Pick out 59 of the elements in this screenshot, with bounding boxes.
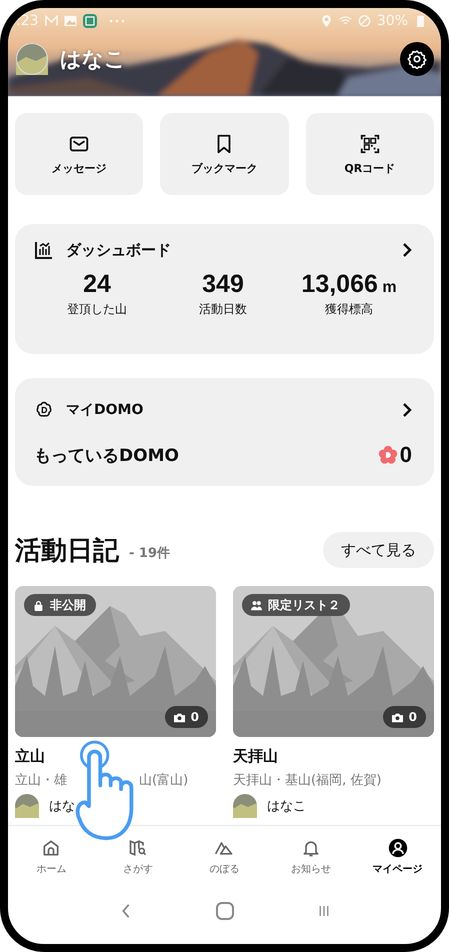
mountain-area: 天拝山・基山(福岡, 佐賀) xyxy=(233,771,382,789)
author-name: はな xyxy=(49,798,75,815)
mountain-area: 立山・雄 xyxy=(15,771,67,789)
avatar xyxy=(233,794,257,818)
owned-domo-label: もっているDOMO xyxy=(34,444,179,466)
recent-apps-icon[interactable] xyxy=(318,903,328,919)
camera-icon xyxy=(392,712,403,722)
battery-icon xyxy=(414,15,427,27)
entry-title: 天拝山 xyxy=(233,747,279,766)
home-icon xyxy=(41,838,62,858)
settings-icon xyxy=(407,49,427,69)
nav-tab[interactable]: マイページ xyxy=(354,826,441,888)
battery-level: 30% xyxy=(376,13,408,29)
stat-value: 349 xyxy=(202,272,244,297)
domo-title: マイDOMO xyxy=(66,401,144,419)
dashboard-title: ダッシュボード xyxy=(66,240,171,260)
wifi-icon xyxy=(338,15,352,27)
more-icon xyxy=(108,19,125,23)
stat-value: 24 xyxy=(83,272,111,297)
camera-icon xyxy=(174,712,185,722)
avatar[interactable] xyxy=(16,43,48,75)
mountain-area: 山(富山) xyxy=(139,771,188,789)
dashboard-card[interactable]: ダッシュボード 24 登頂した山 349 活動日数 13,066 m 獲得標高 xyxy=(15,224,434,354)
nav-tab[interactable]: ホーム xyxy=(8,826,95,888)
quick-action-button[interactable]: メッセージ xyxy=(15,113,144,195)
user-icon xyxy=(388,838,408,858)
people-icon xyxy=(251,600,262,610)
avatar xyxy=(15,794,39,818)
domo-card[interactable]: マイDOMO もっているDOMO 0 xyxy=(15,378,434,486)
visibility-badge: 限定リスト２ xyxy=(242,594,350,616)
chevron-right-icon xyxy=(402,242,412,258)
entry-count: - 19件 xyxy=(129,545,170,562)
quick-action-button[interactable]: ブックマーク xyxy=(160,113,289,195)
stat-label: 活動日数 xyxy=(199,301,247,318)
nav-tab[interactable]: さがす xyxy=(94,826,182,888)
see-all-button[interactable]: すべて見る xyxy=(323,532,434,568)
qr-code-icon xyxy=(358,132,381,154)
map-search-icon xyxy=(128,838,148,858)
nav-tab[interactable]: お知らせ xyxy=(268,826,354,888)
back-icon[interactable] xyxy=(120,903,130,919)
visibility-badge: 非公開 xyxy=(24,594,96,616)
section-title: 活動日記 xyxy=(15,534,119,568)
stat-label: 獲得標高 xyxy=(325,301,373,318)
chart-icon xyxy=(34,240,54,260)
entry-title: 立山 xyxy=(15,747,46,766)
quick-action-button[interactable]: QRコード xyxy=(306,113,434,195)
owned-domo-count: 0 xyxy=(400,442,412,468)
author-name: はなこ xyxy=(267,798,306,815)
stat-label: 登頂した山 xyxy=(67,301,127,318)
stat-value: 13,066 m xyxy=(301,272,397,297)
status-time: :23 xyxy=(16,13,39,29)
lock-icon xyxy=(33,600,44,610)
domo-flower-icon xyxy=(378,445,398,465)
home-icon[interactable] xyxy=(216,902,234,920)
mail-icon xyxy=(44,15,58,27)
location-icon xyxy=(320,15,333,27)
chevron-right-icon xyxy=(402,402,412,418)
block-icon xyxy=(358,15,371,27)
nav-tab[interactable]: のぼる xyxy=(181,826,268,888)
